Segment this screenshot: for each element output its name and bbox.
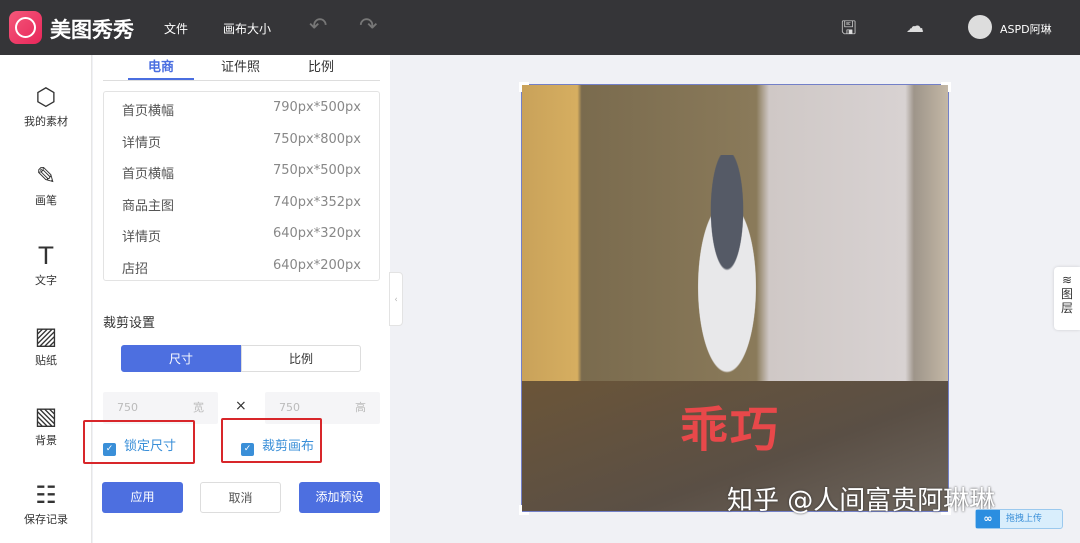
layers-label: 图层 xyxy=(1060,287,1073,315)
sidebar-label: 贴纸 xyxy=(35,354,57,367)
image-caption: 乖巧 xyxy=(680,402,781,458)
preset-size: 790px*500px xyxy=(272,100,361,115)
preset-name: 首页横幅 xyxy=(122,167,175,182)
brush-icon: ✎ xyxy=(35,162,57,190)
top-bar: 美图秀秀 文件 画布大小 ↶ ↷ 🖫 ☁ ASPD阿琳 xyxy=(0,0,1080,55)
preset-size: 640px*200px xyxy=(272,258,361,273)
seg-size[interactable]: 尺寸 xyxy=(121,345,241,372)
list-item[interactable]: 详情页 750px*800px xyxy=(122,132,361,152)
cube-icon: ⬡ xyxy=(35,83,57,111)
crop-handle[interactable] xyxy=(519,505,529,515)
crop-handle[interactable] xyxy=(519,82,529,92)
crop-settings-title: 裁剪设置 xyxy=(103,316,156,331)
undo-icon[interactable]: ↶ xyxy=(309,14,327,39)
sidebar-item-history[interactable]: ☷ 保存记录 xyxy=(0,481,92,527)
list-item[interactable]: 详情页 640px*320px xyxy=(122,226,361,246)
photo-cat xyxy=(682,155,772,375)
preset-size: 740px*352px xyxy=(272,195,361,210)
user-name[interactable]: ASPD阿琳 xyxy=(1000,21,1052,37)
times-sign: × xyxy=(235,398,247,414)
redo-icon[interactable]: ↷ xyxy=(359,14,377,39)
sidebar-item-background[interactable]: ▧ 背景 xyxy=(0,402,92,448)
height-value: 750 xyxy=(279,401,300,414)
history-icon: ☷ xyxy=(35,481,57,509)
sidebar-item-brush[interactable]: ✎ 画笔 xyxy=(0,162,92,208)
crop-panel: 电商 证件照 比例 首页横幅 790px*500px 详情页 750px*800px… xyxy=(93,55,390,543)
list-item[interactable]: 首页横幅 750px*500px xyxy=(122,163,361,183)
brand-name: 美图秀秀 xyxy=(50,18,134,42)
preset-size: 750px*500px xyxy=(272,163,361,178)
drag-upload-button[interactable]: ∞ 拖拽上传 xyxy=(975,509,1063,529)
sidebar-item-text[interactable]: T 文字 xyxy=(0,242,92,288)
background-icon: ▧ xyxy=(34,402,58,430)
width-value: 750 xyxy=(117,401,138,414)
cancel-button[interactable]: 取消 xyxy=(200,482,281,513)
tab-ecommerce[interactable]: 电商 xyxy=(127,56,195,80)
preset-size: 750px*800px xyxy=(272,132,361,147)
sidebar-item-materials[interactable]: ⬡ 我的素材 xyxy=(0,83,92,129)
sidebar-label: 文字 xyxy=(35,274,57,287)
height-label: 高 xyxy=(355,401,366,414)
layers-icon: ≋ xyxy=(1061,273,1073,287)
sidebar-label: 我的素材 xyxy=(24,115,68,128)
crop-handle[interactable] xyxy=(941,82,951,92)
list-item[interactable]: 首页横幅 790px*500px xyxy=(122,100,361,120)
list-item[interactable]: 商品主图 740px*352px xyxy=(122,195,361,215)
sidebar-label: 画笔 xyxy=(35,194,57,207)
text-icon: T xyxy=(38,242,54,270)
sidebar: ⬡ 我的素材 ✎ 画笔 T 文字 ▨ 贴纸 ▧ 背景 ☷ 保存记录 xyxy=(0,55,92,543)
highlight-box xyxy=(83,420,195,464)
avatar[interactable] xyxy=(968,15,992,39)
sticker-icon: ▨ xyxy=(34,322,58,350)
tab-id-photo[interactable]: 证件照 xyxy=(221,56,260,75)
sidebar-label: 保存记录 xyxy=(24,513,68,526)
seg-ratio[interactable]: 比例 xyxy=(241,345,361,372)
menu-file[interactable]: 文件 xyxy=(164,20,188,37)
collapse-panel-button[interactable]: ‹ xyxy=(389,272,403,326)
image-canvas[interactable]: 乖巧 xyxy=(521,84,949,512)
watermark: 知乎 @人间富贵阿琳琳 xyxy=(727,486,996,516)
layers-button[interactable]: ≋ 图层 xyxy=(1054,267,1080,330)
preset-list: 首页横幅 790px*500px 详情页 750px*800px 首页横幅 750px… xyxy=(103,91,380,281)
preset-name: 详情页 xyxy=(122,136,162,151)
sidebar-item-sticker[interactable]: ▨ 贴纸 xyxy=(0,322,92,368)
menu-canvas-size[interactable]: 画布大小 xyxy=(223,20,271,37)
preset-name: 店招 xyxy=(122,262,149,277)
preset-name: 首页横幅 xyxy=(122,104,175,119)
highlight-box xyxy=(221,418,322,463)
baidu-cloud-icon: ∞ xyxy=(976,510,1000,528)
upload-label: 拖拽上传 xyxy=(1006,514,1043,524)
cloud-upload-icon[interactable]: ☁ xyxy=(906,16,924,37)
preset-name: 商品主图 xyxy=(122,199,175,214)
tab-ratio[interactable]: 比例 xyxy=(308,56,334,75)
app-logo xyxy=(9,11,42,44)
preset-name: 详情页 xyxy=(122,230,162,245)
sidebar-label: 背景 xyxy=(35,434,57,447)
save-icon[interactable]: 🖫 xyxy=(841,16,856,46)
add-preset-button[interactable]: 添加预设 xyxy=(299,482,380,513)
preset-tabs: 电商 证件照 比例 xyxy=(103,55,380,81)
width-label: 宽 xyxy=(193,401,204,414)
list-item[interactable]: 店招 640px*200px xyxy=(122,258,361,278)
preset-size: 640px*320px xyxy=(272,226,361,241)
apply-button[interactable]: 应用 xyxy=(102,482,183,513)
